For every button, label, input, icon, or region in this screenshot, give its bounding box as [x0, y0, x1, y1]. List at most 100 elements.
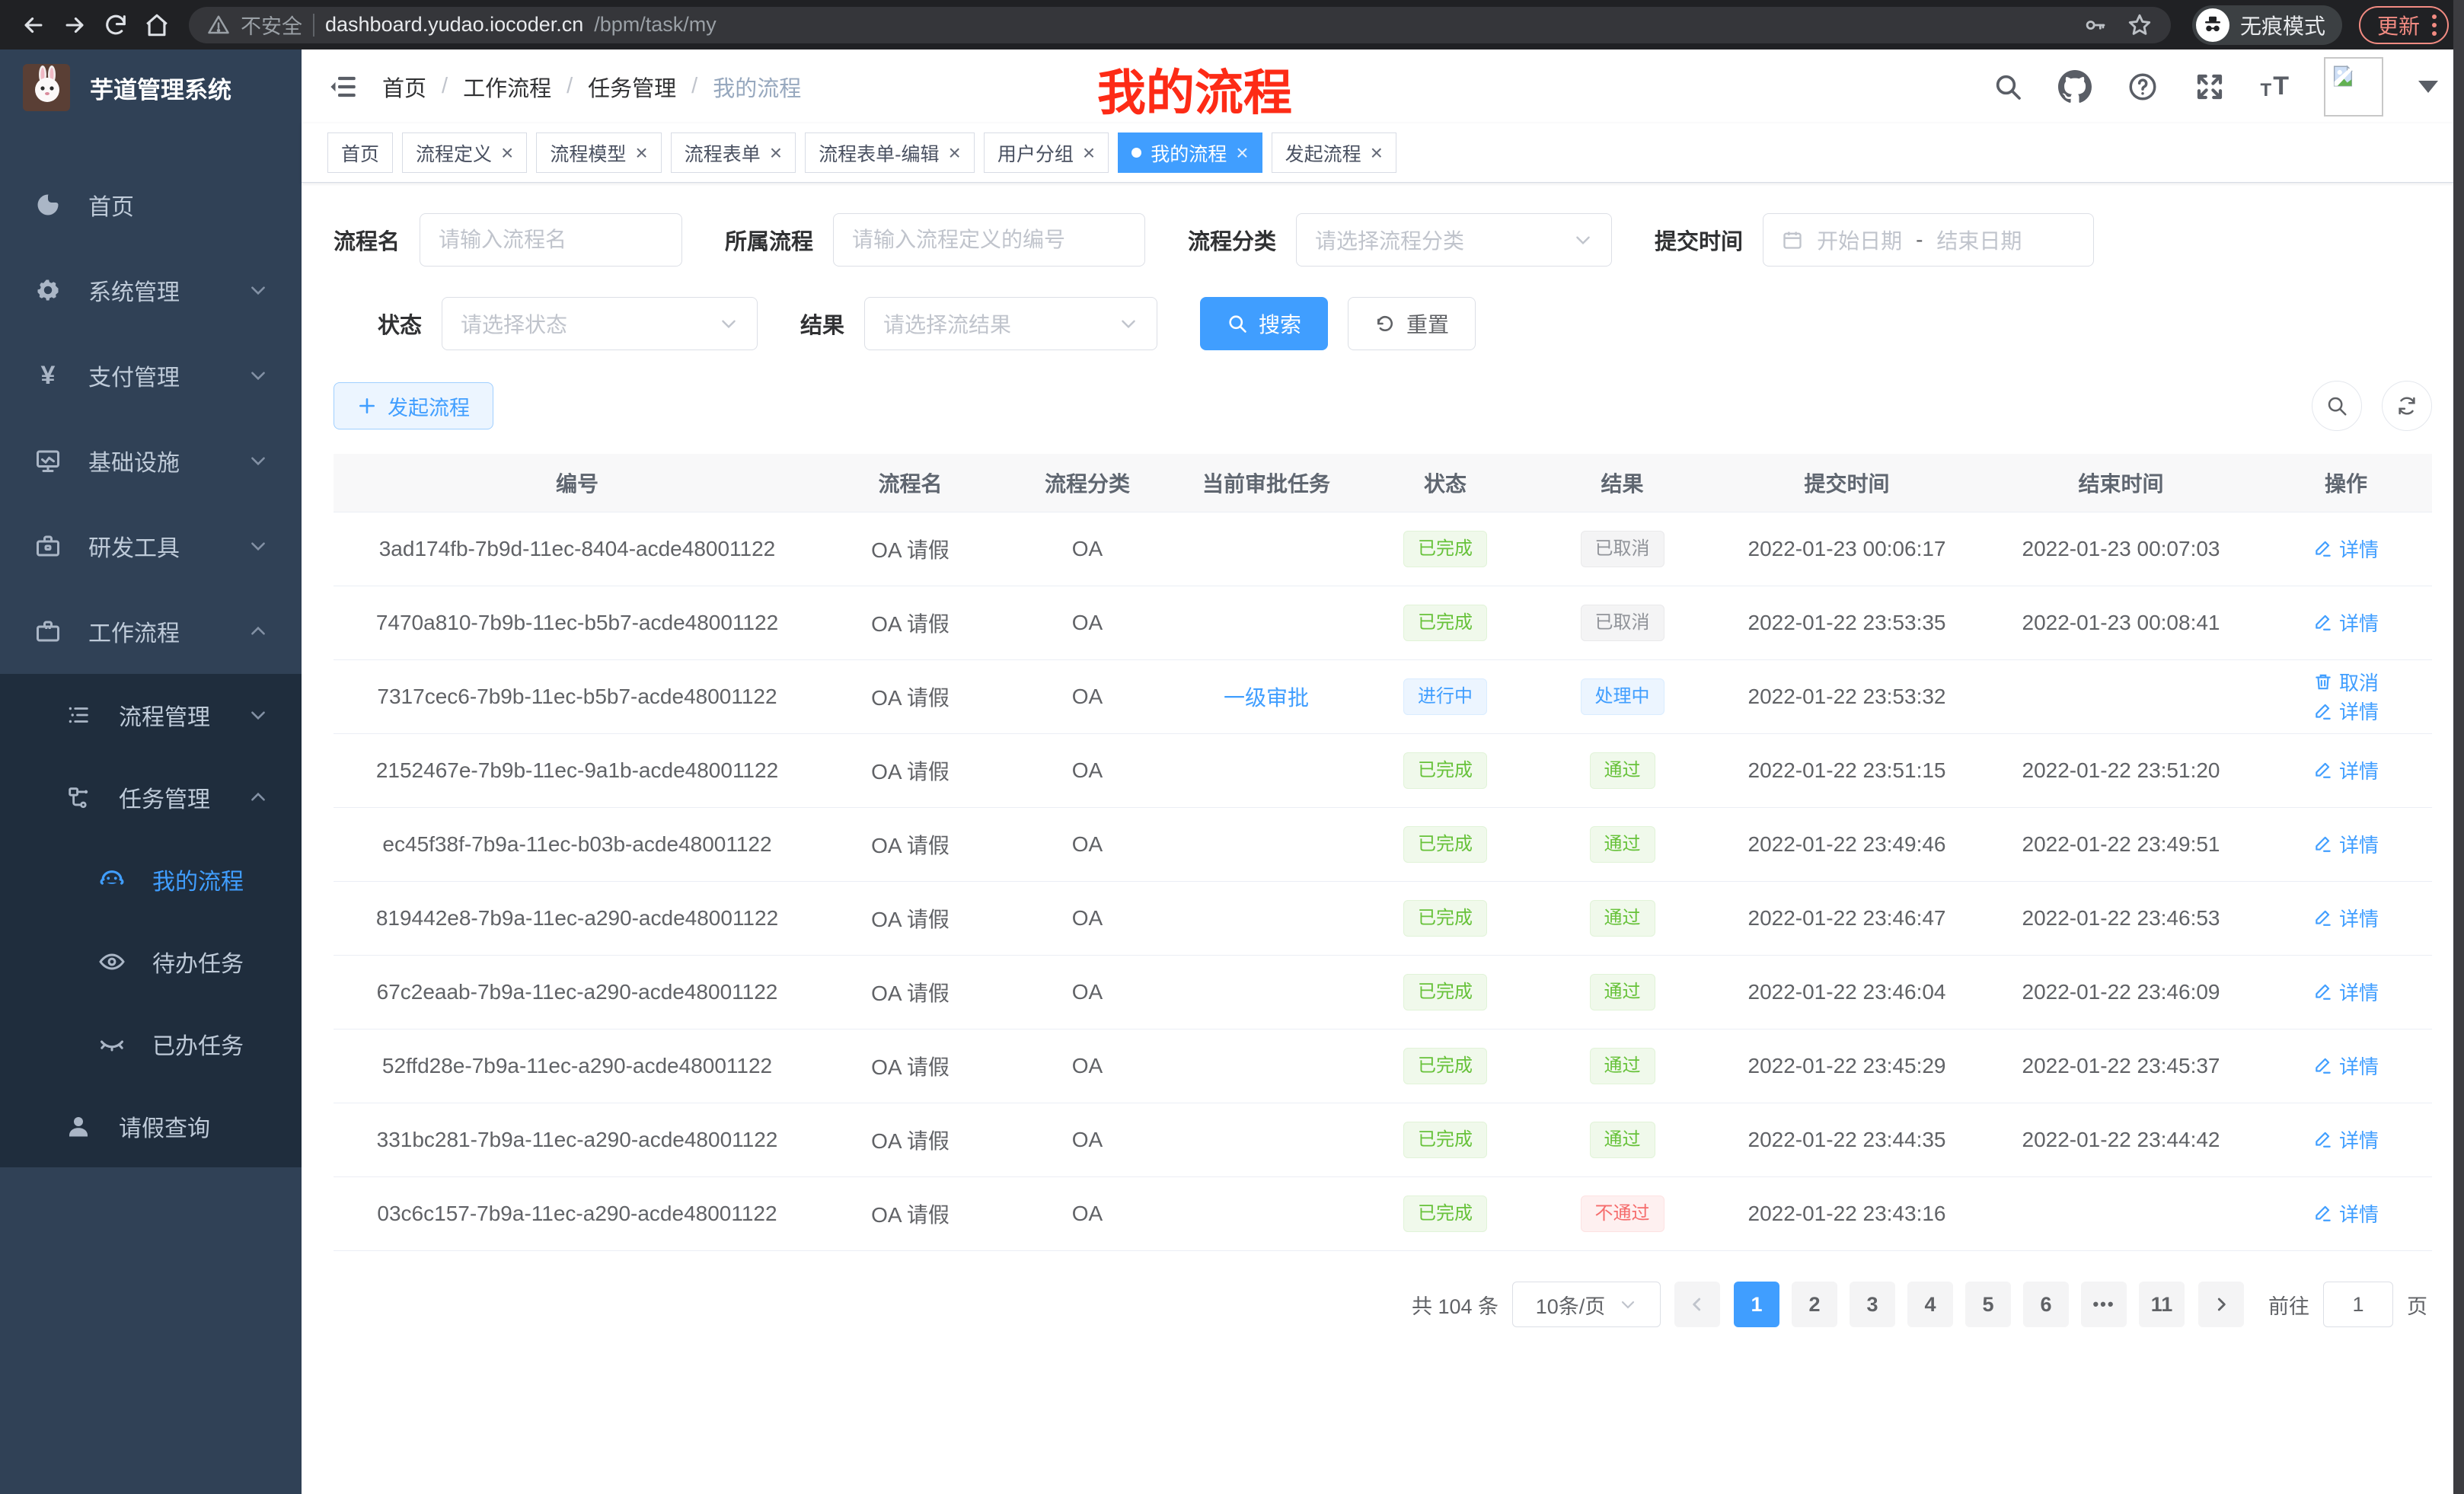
update-button[interactable]: 更新	[2359, 6, 2449, 44]
detail-link[interactable]: 详情	[2313, 697, 2379, 725]
cell-status: 已完成	[1358, 1189, 1533, 1239]
view-tab[interactable]: 流程模型×	[536, 132, 661, 173]
next-page-button[interactable]	[2198, 1282, 2244, 1327]
detail-link[interactable]: 详情	[2313, 904, 2379, 932]
cell-id: ec45f38f-7b9a-11ec-b03b-acde48001122	[334, 826, 821, 863]
sidebar-item-workflow[interactable]: 工作流程	[0, 589, 302, 674]
github-icon[interactable]	[2058, 70, 2092, 104]
detail-link[interactable]: 详情	[2313, 535, 2379, 563]
cancel-link[interactable]: 取消	[2313, 668, 2379, 696]
sidebar-item-home[interactable]: 首页	[0, 162, 302, 247]
scrollbar[interactable]	[2453, 0, 2464, 1494]
cell-category: OA	[1000, 1122, 1175, 1158]
font-size-icon[interactable]: TT	[2261, 72, 2289, 101]
sidebar-item-todo-tasks[interactable]: 待办任务	[0, 921, 302, 1003]
cell-result: 通过	[1533, 968, 1712, 1017]
tab-close-icon[interactable]: ×	[770, 142, 782, 164]
detail-link[interactable]: 详情	[2313, 608, 2379, 637]
table-row: 7317cec6-7b9b-11ec-b5b7-acde48001122OA 请…	[334, 660, 2432, 734]
refresh-button[interactable]	[2382, 381, 2432, 431]
sidebar-item-task-management[interactable]: 任务管理	[0, 756, 302, 838]
view-tab[interactable]: 发起流程×	[1272, 132, 1396, 173]
view-tab[interactable]: 流程定义×	[402, 132, 527, 173]
sidebar-item-process-management[interactable]: 流程管理	[0, 674, 302, 756]
detail-link[interactable]: 详情	[2313, 1125, 2379, 1154]
search-icon[interactable]	[1993, 72, 2023, 102]
page-button[interactable]: 5	[1965, 1282, 2011, 1327]
page-button[interactable]: 11	[2139, 1282, 2185, 1327]
sidebar-item-system[interactable]: 系统管理	[0, 247, 302, 333]
view-tab[interactable]: 我的流程×	[1118, 132, 1262, 173]
prev-page-button[interactable]	[1674, 1282, 1720, 1327]
page-button[interactable]: 2	[1792, 1282, 1837, 1327]
result-badge: 不通过	[1581, 1196, 1664, 1233]
detail-link[interactable]: 详情	[2313, 830, 2379, 858]
fullscreen-icon[interactable]	[2194, 71, 2226, 103]
approval-task-link[interactable]: 一级审批	[1224, 686, 1309, 710]
page-button[interactable]: 6	[2023, 1282, 2069, 1327]
reset-button[interactable]: 重置	[1348, 297, 1476, 350]
submit-time-range-picker[interactable]: 开始日期 - 结束日期	[1763, 213, 2094, 267]
sidebar-item-done-tasks[interactable]: 已办任务	[0, 1003, 302, 1085]
status-badge: 已完成	[1403, 752, 1487, 790]
total-count: 共 104 条	[1412, 1290, 1499, 1320]
page-button[interactable]: 3	[1850, 1282, 1895, 1327]
breadcrumb-item[interactable]: 工作流程	[463, 71, 551, 103]
avatar-dropdown-icon[interactable]	[2418, 81, 2438, 93]
status-select[interactable]: 请选择状态	[442, 297, 758, 350]
sidebar-item-devtools[interactable]: 研发工具	[0, 503, 302, 589]
sidebar-item-payment[interactable]: ¥ 支付管理	[0, 333, 302, 418]
detail-link[interactable]: 详情	[2313, 1199, 2379, 1227]
detail-link[interactable]: 详情	[2313, 1052, 2379, 1080]
cell-result: 通过	[1533, 1042, 1712, 1091]
cell-process-name: OA 请假	[821, 971, 1000, 1014]
back-icon[interactable]	[15, 7, 52, 43]
table-row: 331bc281-7b9a-11ec-a290-acde48001122OA 请…	[334, 1103, 2432, 1177]
browser-menu-icon[interactable]	[2432, 14, 2437, 36]
home-icon[interactable]	[139, 7, 175, 43]
view-tab[interactable]: 流程表单×	[671, 132, 796, 173]
detail-link[interactable]: 详情	[2313, 756, 2379, 784]
page-button[interactable]: 1	[1734, 1282, 1779, 1327]
tab-close-icon[interactable]: ×	[1083, 142, 1095, 164]
process-name-input[interactable]	[420, 213, 682, 267]
sidebar-collapse-icon[interactable]	[327, 71, 359, 103]
show-search-button[interactable]	[2312, 381, 2362, 431]
view-tab[interactable]: 用户分组×	[984, 132, 1109, 173]
forward-icon[interactable]	[56, 7, 93, 43]
breadcrumb-item[interactable]: 任务管理	[588, 71, 676, 103]
create-process-button[interactable]: 发起流程	[334, 382, 493, 429]
process-definition-input[interactable]	[833, 213, 1145, 267]
reload-icon[interactable]	[97, 7, 134, 43]
pages-ellipsis[interactable]: •••	[2081, 1282, 2127, 1327]
goto-page-input[interactable]: 1	[2323, 1282, 2393, 1327]
tab-close-icon[interactable]: ×	[948, 142, 960, 164]
view-tab[interactable]: 首页	[327, 132, 393, 173]
tab-close-icon[interactable]: ×	[501, 142, 513, 164]
sidebar-item-infrastructure[interactable]: 基础设施	[0, 418, 302, 503]
page-size-select[interactable]: 10条/页	[1512, 1282, 1661, 1327]
address-bar[interactable]: 不安全 dashboard.yudao.iocoder.cn /bpm/task…	[189, 7, 2171, 43]
page-button[interactable]: 4	[1907, 1282, 1953, 1327]
table-row: 52ffd28e-7b9a-11ec-a290-acde48001122OA 请…	[334, 1030, 2432, 1103]
sidebar-item-my-process[interactable]: 我的流程	[0, 838, 302, 921]
key-icon[interactable]	[2083, 13, 2107, 37]
tab-close-icon[interactable]: ×	[635, 142, 647, 164]
cell-result: 通过	[1533, 1116, 1712, 1165]
sidebar-item-leave-query[interactable]: 请假查询	[0, 1085, 302, 1167]
help-icon[interactable]	[2127, 71, 2159, 103]
chevron-down-icon	[248, 366, 268, 385]
bookmark-star-icon[interactable]	[2127, 12, 2153, 38]
cell-category: OA	[1000, 1048, 1175, 1084]
tab-close-icon[interactable]: ×	[1371, 142, 1383, 164]
result-select[interactable]: 请选择流结果	[864, 297, 1157, 350]
avatar[interactable]	[2324, 57, 2383, 117]
breadcrumb-item[interactable]: 首页	[382, 71, 426, 103]
detail-link[interactable]: 详情	[2313, 978, 2379, 1006]
search-button[interactable]: 搜索	[1200, 297, 1328, 350]
view-tab[interactable]: 流程表单-编辑×	[805, 132, 975, 173]
process-category-select[interactable]: 请选择流程分类	[1296, 213, 1612, 267]
tab-close-icon[interactable]: ×	[1236, 142, 1248, 164]
app-logo[interactable]: 芋道管理系统	[0, 49, 302, 126]
cell-process-name: OA 请假	[821, 528, 1000, 570]
